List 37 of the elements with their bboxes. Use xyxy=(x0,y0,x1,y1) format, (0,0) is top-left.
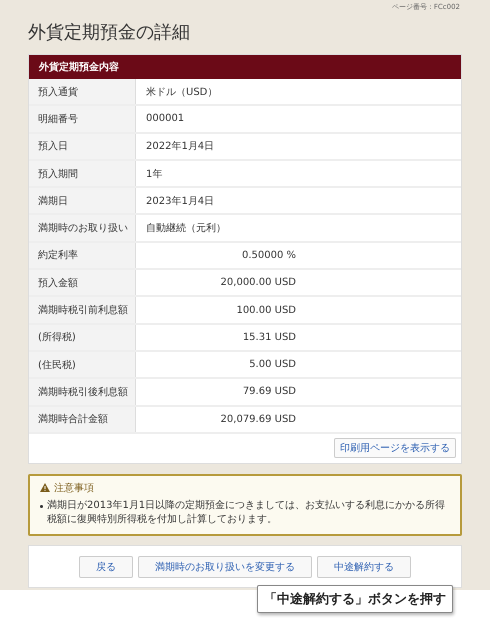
row-value: 米ドル（USD） xyxy=(146,86,218,99)
notice-text: 満期日が2013年1月1日以降の定期預金につきましては、お支払いする利息にかかる所得税額に復興特別所得税を付加し計算しております。 xyxy=(47,498,446,528)
amount-value: 15.31 USD xyxy=(242,332,296,343)
row-label: 満期日 xyxy=(29,188,136,214)
page-title: 外貨定期預金の詳細 xyxy=(28,21,191,44)
amount-value: 0.50000 % xyxy=(240,250,296,261)
amount-value: 20,079.69 USD xyxy=(220,414,296,425)
row-label: 満期時のお取り扱い xyxy=(29,215,136,241)
amount-value: 5.00 USD xyxy=(248,359,296,370)
row-value: 1年 xyxy=(146,168,162,181)
row-value: 自動継続（元利） xyxy=(146,222,226,236)
action-button[interactable]: 戻る xyxy=(79,556,133,578)
row-label: 預入金額 xyxy=(29,270,136,296)
notice-heading: 注意事項 xyxy=(54,482,94,495)
row-label: 預入通貨 xyxy=(29,79,136,104)
row-label: 満期時税引後利息額 xyxy=(29,379,136,405)
row-label: 預入日 xyxy=(29,134,136,159)
action-button[interactable]: 満期時のお取り扱いを変更する xyxy=(138,556,312,578)
row-label: 明細番号 xyxy=(29,106,136,132)
row-label: 約定利率 xyxy=(29,242,136,268)
row-label: (住民税) xyxy=(29,352,136,378)
amount-value: 79.69 USD xyxy=(242,386,296,398)
row-value: 2023年1月4日 xyxy=(146,194,214,208)
row-value: 000001 xyxy=(146,113,184,124)
warning-icon xyxy=(40,483,50,492)
callout-tooltip: 「中途解約する」ボタンを押す xyxy=(257,584,453,613)
action-button[interactable]: 中途解約する xyxy=(317,556,411,578)
section-header: 外貨定期預金内容 xyxy=(29,55,461,79)
row-label: (所得税) xyxy=(29,324,136,350)
bullet-icon xyxy=(40,504,43,508)
amount-value: 20,000.00 USD xyxy=(220,277,296,288)
row-label: 満期時税引前利息額 xyxy=(29,297,136,323)
row-label: 満期時合計金額 xyxy=(29,406,136,432)
row-value: 2022年1月4日 xyxy=(146,140,214,154)
row-label: 預入期間 xyxy=(29,160,136,186)
print-page-button[interactable]: 印刷用ページを表示する xyxy=(334,438,456,458)
amount-value: 100.00 USD xyxy=(235,304,296,316)
